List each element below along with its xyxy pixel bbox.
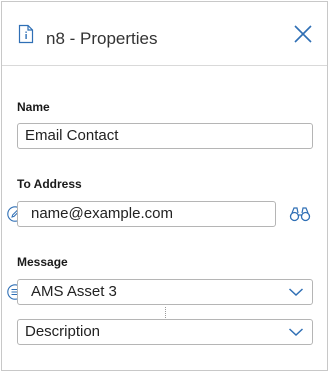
message-source-value: AMS Asset 3 [31,283,117,300]
properties-panel: n8 - Properties Name Email Contact To Ad… [1,1,328,371]
name-value: Email Contact [25,127,119,144]
close-icon[interactable] [291,22,315,46]
panel-header: n8 - Properties [2,2,327,66]
message-field-value: Description [25,323,101,340]
to-address-label: To Address [17,177,82,191]
name-label: Name [17,100,50,114]
binoculars-icon[interactable] [289,206,311,222]
to-address-value: name@example.com [31,205,173,222]
message-field-select[interactable]: Description [17,319,313,345]
document-info-icon [18,24,34,44]
to-address-input[interactable]: name@example.com [17,201,276,227]
message-source-select[interactable]: AMS Asset 3 [17,279,313,305]
chevron-down-icon [288,285,304,299]
name-input[interactable]: Email Contact [17,123,313,149]
message-label: Message [17,255,68,269]
panel-title: n8 - Properties [46,29,158,48]
chevron-down-icon [288,325,304,339]
